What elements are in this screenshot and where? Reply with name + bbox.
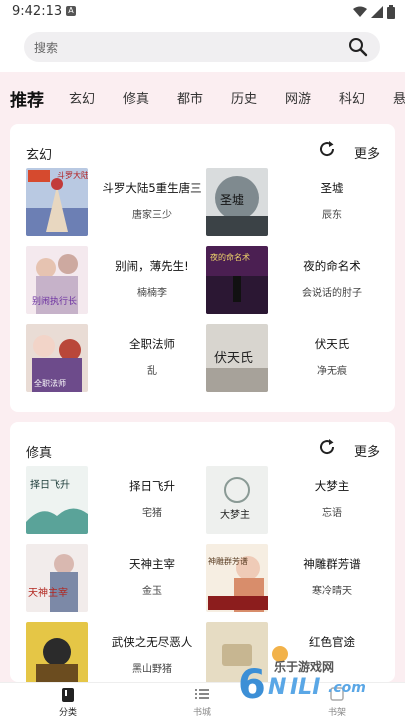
book-author: 乱 (147, 366, 157, 377)
book-card[interactable]: 全职法师 全职法师 乱 (26, 324, 216, 394)
book-author: 金玉 (142, 586, 162, 597)
tab-xiuzhen[interactable]: 修真 (123, 88, 149, 107)
book-cover: 夜的命名术 (206, 246, 268, 314)
list-icon (195, 689, 209, 699)
book-title: 斗罗大陆5重生唐三 (102, 181, 202, 195)
book-author: 寒冷晴天 (312, 586, 352, 597)
watermark-text: 乐于游戏网 (274, 660, 335, 674)
search-input[interactable]: 搜索 (24, 32, 380, 62)
nav-label: 书架 (327, 708, 346, 718)
cover-text: 神雕群芳谱 (208, 556, 248, 566)
book-cover: 伏天氏 (206, 324, 268, 392)
book-title: 别闹，薄先生! (115, 259, 189, 273)
status-bar: 9:42:13 A (0, 0, 405, 24)
book-title: 神雕群芳谱 (303, 557, 361, 571)
book-card[interactable]: 神雕群芳谱 神雕群芳谱 寒冷晴天 (206, 544, 395, 614)
nav-bookstore[interactable]: 书城 (172, 685, 232, 719)
section-xuanhuan: 玄幻 更多 斗罗大陆 斗罗大陆5重生唐三 唐家三少 圣墟 圣墟 辰东 别闹执行长… (10, 124, 395, 412)
book-author: 宅猪 (142, 508, 162, 519)
book-author: 楠楠李 (137, 288, 167, 299)
book-title: 天神主宰 (129, 557, 175, 571)
book-card[interactable]: 大梦主 大梦主 忘语 (206, 466, 395, 536)
search-placeholder: 搜索 (34, 41, 59, 55)
book-card[interactable]: 夜的命名术 夜的命名术 会说话的肘子 (206, 246, 396, 316)
book-card[interactable]: 天神主宰 天神主宰 金玉 (26, 544, 216, 614)
refresh-icon[interactable] (318, 140, 336, 158)
cover-text: 全职法师 (34, 378, 66, 388)
notification-icon: A (66, 6, 76, 16)
book-icon (62, 688, 74, 702)
book-cover: 择日飞升 (26, 466, 88, 534)
book-author: 会说话的肘子 (302, 288, 362, 299)
section-title: 玄幻 (26, 148, 53, 163)
battery-icon (387, 5, 395, 19)
cover-text: 大梦主 (220, 508, 250, 521)
status-time: 9:42:13 (12, 4, 63, 19)
tab-recommend[interactable]: 推荐 (10, 86, 44, 111)
book-title: 伏天氏 (314, 337, 350, 351)
cover-text: 天神主宰 (28, 586, 68, 599)
book-cover: 斗罗大陆 (26, 168, 88, 236)
signal-icon (371, 6, 383, 18)
book-cover: 全职法师 (26, 324, 88, 392)
svg-text:ILI: ILI (290, 675, 320, 700)
nav-label: 书城 (192, 708, 211, 718)
tab-wangyou[interactable]: 网游 (285, 88, 311, 107)
nav-label: 分类 (58, 708, 77, 718)
search-icon[interactable] (348, 37, 368, 57)
nav-category[interactable]: 分类 (38, 685, 98, 719)
cover-text: 斗罗大陆 (57, 170, 88, 180)
cover-text: 圣墟 (220, 193, 244, 207)
cover-text: 择日飞升 (30, 478, 70, 491)
book-cover: 神雕群芳谱 (206, 544, 268, 612)
book-card[interactable]: 伏天氏 伏天氏 净无痕 (206, 324, 396, 394)
svg-text:6: 6 (238, 662, 266, 704)
book-title: 择日飞升 (129, 479, 175, 493)
refresh-icon[interactable] (318, 438, 336, 456)
more-button[interactable]: 更多 (354, 441, 380, 460)
search-bar: 搜索 (0, 24, 405, 72)
cover-text: 伏天氏 (214, 351, 253, 366)
book-card[interactable]: 择日飞升 择日飞升 宅猪 (26, 466, 216, 536)
tab-xuanhuan[interactable]: 玄幻 (69, 88, 95, 107)
book-title: 夜的命名术 (303, 259, 361, 273)
book-author: 辰东 (322, 210, 342, 221)
svg-text:N: N (268, 675, 286, 700)
tab-lishi[interactable]: 历史 (231, 88, 257, 107)
more-button[interactable]: 更多 (354, 143, 380, 162)
book-card[interactable]: 圣墟 圣墟 辰东 (206, 168, 396, 238)
book-title: 圣墟 (320, 181, 344, 195)
tab-dushi[interactable]: 都市 (177, 88, 203, 107)
book-cover (26, 622, 88, 682)
watermark: 6 N ILI .com 乐于游戏网 (234, 642, 384, 708)
book-cover: 圣墟 (206, 168, 268, 236)
book-cover: 大梦主 (206, 466, 268, 534)
wifi-icon (353, 6, 367, 17)
tab-kehuan[interactable]: 科幻 (339, 88, 365, 107)
cover-text: 夜的命名术 (210, 252, 250, 262)
book-card[interactable]: 武侠之无尽恶人 黑山野猪 (26, 622, 216, 682)
book-title: 全职法师 (129, 337, 175, 351)
category-tabs: 推荐 玄幻 修真 都市 历史 网游 科幻 悬 (0, 80, 405, 112)
book-title: 武侠之无尽恶人 (111, 635, 193, 649)
book-cover: 天神主宰 (26, 544, 88, 612)
book-title: 大梦主 (314, 479, 350, 493)
status-icons (353, 4, 395, 20)
book-author: 忘语 (322, 508, 342, 519)
section-title: 修真 (26, 446, 53, 461)
book-author: 黑山野猪 (132, 664, 172, 675)
book-card[interactable]: 斗罗大陆 斗罗大陆5重生唐三 唐家三少 (26, 168, 216, 238)
tab-xuanyi[interactable]: 悬 (393, 88, 405, 107)
book-author: 净无痕 (317, 366, 347, 377)
book-cover: 别闹执行长 (26, 246, 88, 314)
cover-text: 别闹执行长 (32, 295, 77, 307)
book-author: 唐家三少 (132, 210, 172, 221)
book-card[interactable]: 别闹执行长 别闹，薄先生! 楠楠李 (26, 246, 216, 316)
svg-text:.com: .com (328, 680, 366, 696)
